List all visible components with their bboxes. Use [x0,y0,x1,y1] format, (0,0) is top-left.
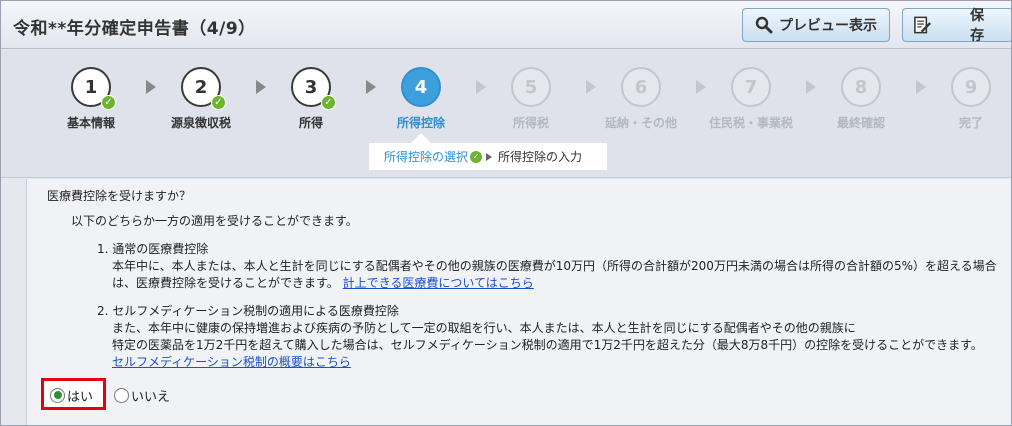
step-circle: 3 ✓ [291,67,336,110]
save-button-label: 保存 [970,8,993,44]
step-label: 所得税 [512,116,549,130]
no-radio[interactable]: いいえ [114,385,170,405]
radio-unchecked-icon [114,387,129,403]
option1-title: 1. 通常の医療費控除 [97,242,209,256]
option1-body: 本年中に、本人または、本人と生計を同じにする配偶者やその他の親族の医療費が10万… [112,258,1004,292]
yes-radio[interactable]: はい [50,385,93,405]
step-label: 源泉徴収税 [170,116,231,130]
check-icon: ✓ [101,95,116,110]
step-label: 完了 [958,116,983,130]
step-circle: 8 [841,67,881,107]
step-withholding-tax[interactable]: 2 ✓ 源泉徴収税 [146,67,256,131]
magnifier-icon [755,16,773,34]
step-final-check: 8 最終確認 [806,67,916,131]
step-income-deduction: 4 所得控除 [366,67,476,131]
preview-button-label: プレビュー表示 [779,18,877,34]
yes-radio-label: はい [67,389,94,405]
step-circle: 2 ✓ [181,67,226,110]
save-document-icon [914,16,931,34]
step-basic-info[interactable]: 1 ✓ 基本情報 [36,67,146,131]
no-radio-label: いいえ [131,389,171,405]
step-income[interactable]: 3 ✓ 所得 [256,67,366,131]
step-complete: 9 完了 [916,67,1011,131]
check-icon: ✓ [470,150,483,163]
step-income-tax: 5 所得税 [476,67,586,131]
content-panel: 医療費控除を受けますか？ 以下のどちらか一方の適用を受けることができます。 1.… [26,179,1011,425]
substep-arrow-icon [486,152,493,161]
option2-line2: 特定の医薬品を1万2千円を超えて購入した場合は、セルフメディケーション税制の適用… [112,338,983,352]
step-circle: 7 [731,67,771,107]
substep-pointer [411,133,431,143]
question-text: 医療費控除を受けますか？ [47,189,192,203]
step-label: 所得 [298,116,323,130]
app-window: 令和**年分確定申告書（4/9） プレビュー表示 保存 1 ✓ 基本情報 2 ✓… [0,0,1012,426]
save-button[interactable]: 保存 [902,8,1011,44]
step-resident-business-tax: 7 住民税・事業税 [696,67,806,131]
option2-line1: また、本年中に健康の保持増進および疾病の予防として一定の取組を行い、本人または、… [112,321,856,335]
radio-checked-icon [50,387,65,403]
preview-button[interactable]: プレビュー表示 [742,8,890,42]
step-circle: 4 [401,67,441,107]
option1-text: 本年中に、本人または、本人と生計を同じにする配偶者やその他の親族の医療費が10万… [112,259,997,290]
header-bar: 令和**年分確定申告書（4/9） プレビュー表示 保存 [1,1,1011,49]
step-label: 所得控除 [396,116,445,130]
substeps-bar: 所得控除の選択 ✓ 所得控除の入力 [369,143,607,170]
medical-expense-link[interactable]: 計上できる医療費についてはこちら [343,276,534,290]
page-title: 令和**年分確定申告書（4/9） [13,19,256,39]
substep-input: 所得控除の入力 [498,150,583,164]
intro-text: 以下のどちらか一方の適用を受けることができます。 [71,214,358,228]
step-label: 最終確認 [836,116,885,130]
step-deferral-other: 6 延納・その他 [586,67,696,131]
step-label: 延納・その他 [604,116,677,130]
check-icon: ✓ [321,95,336,110]
option2-body: また、本年中に健康の保持増進および疾病の予防として一定の取組を行い、本人または、… [112,320,1004,371]
step-circle: 5 [511,67,551,107]
progress-steps: 1 ✓ 基本情報 2 ✓ 源泉徴収税 3 ✓ 所得 4 所得控除 5 所得税 6 延納… [1,50,1011,178]
check-icon: ✓ [211,95,226,110]
step-circle: 9 [951,67,991,107]
substep-selection[interactable]: 所得控除の選択 [384,148,468,165]
self-medication-link[interactable]: セルフメディケーション税制の概要はこちら [112,355,351,369]
step-circle: 1 ✓ [71,67,116,110]
step-circle: 6 [621,67,661,107]
step-label: 基本情報 [66,116,115,130]
option2-title: 2. セルフメディケーション税制の適用による医療費控除 [97,304,399,318]
step-label: 住民税・事業税 [708,116,793,130]
